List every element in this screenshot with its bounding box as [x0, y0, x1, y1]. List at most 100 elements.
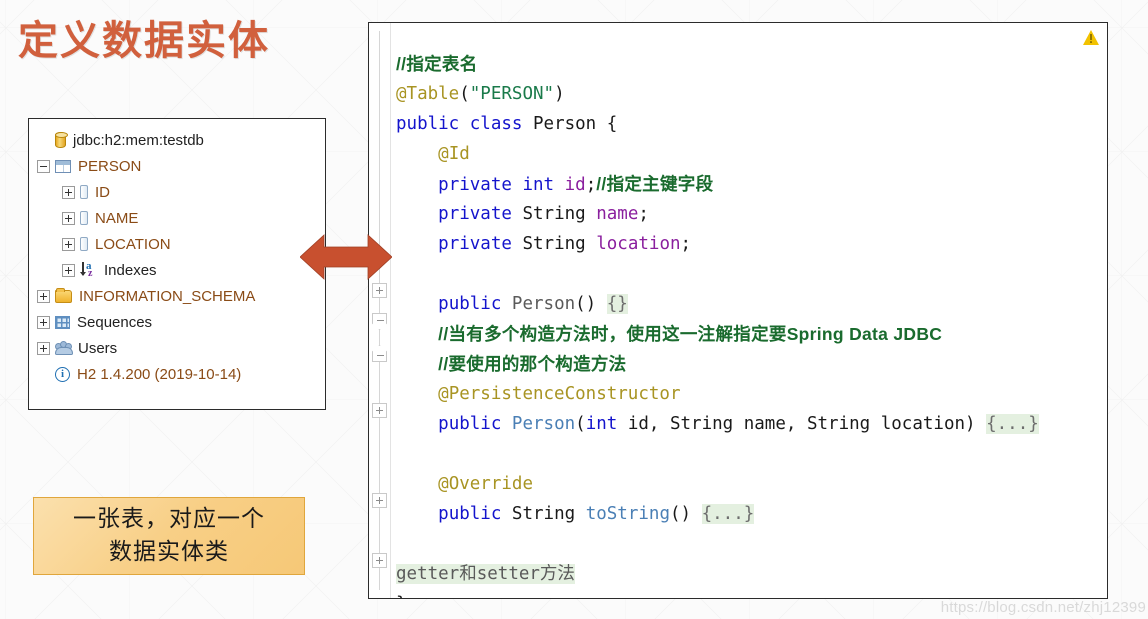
code-line[interactable]: //指定表名 — [391, 49, 1039, 79]
code-line[interactable]: } — [391, 589, 1039, 598]
code-token-pln: id, — [617, 414, 670, 434]
fold-expand-marker[interactable] — [372, 493, 387, 508]
code-line[interactable]: public Person(int id, String name, Strin… — [391, 409, 1039, 439]
tree-item-sequences[interactable]: Sequences — [29, 309, 325, 335]
h2-console-tree-panel[interactable]: jdbc:h2:mem:testdb PERSON ID NAME LOCATION a z… — [28, 118, 326, 410]
fold-expand-marker[interactable] — [372, 553, 387, 568]
fold-region-end-marker[interactable] — [372, 345, 387, 362]
code-token-pln — [512, 204, 523, 224]
code-token-pln — [512, 175, 523, 195]
code-line[interactable]: private String name; — [391, 199, 1039, 229]
code-line[interactable]: @PersistenceConstructor — [391, 379, 1039, 409]
code-token-kw: public — [396, 114, 460, 134]
tree-item-label: PERSON — [78, 157, 142, 175]
tree-item-jdbc-h2-mem-testdb[interactable]: jdbc:h2:mem:testdb — [29, 127, 325, 153]
column-icon — [80, 211, 88, 225]
code-token-ann: @Id — [438, 144, 470, 164]
code-line[interactable]: //当有多个构造方法时，使用这一注解指定要Spring Data JDBC — [391, 319, 1039, 349]
tree-item-indexes[interactable]: a z Indexes — [29, 257, 325, 283]
code-token-pln — [396, 325, 438, 345]
code-token-pln: } — [396, 594, 407, 598]
code-line[interactable]: @Table("PERSON") — [391, 79, 1039, 109]
code-line[interactable]: private String location; — [391, 229, 1039, 259]
sort-az-icon: az — [80, 260, 97, 279]
code-token-pln: ; — [585, 175, 597, 195]
code-token-pln: ; — [638, 204, 649, 224]
code-content[interactable]: //指定表名 @Table("PERSON") public class Perso… — [391, 23, 1039, 598]
tree-item-person[interactable]: PERSON — [29, 153, 325, 179]
warning-triangle-icon[interactable] — [1082, 29, 1100, 46]
code-token-pln: { — [596, 114, 618, 134]
code-line[interactable]: public class Person { — [391, 109, 1039, 139]
users-icon — [55, 341, 73, 355]
code-token-pln — [522, 114, 533, 134]
code-line[interactable] — [391, 259, 1039, 289]
fold-expand-marker[interactable] — [372, 403, 387, 418]
code-line[interactable] — [391, 529, 1039, 559]
code-token-pln — [396, 384, 438, 404]
code-token-kw: public — [438, 414, 502, 434]
code-line[interactable]: //要使用的那个构造方法 — [391, 349, 1039, 379]
code-line[interactable] — [391, 439, 1039, 469]
expand-icon[interactable] — [62, 237, 75, 251]
code-token-kw: private — [438, 204, 512, 224]
tree-item-location[interactable]: LOCATION — [29, 231, 325, 257]
code-token-mth: Person — [511, 294, 576, 314]
code-line[interactable]: public String toString() {...} — [391, 499, 1039, 529]
fold-expand-marker[interactable] — [372, 283, 387, 298]
tree-item-information-schema[interactable]: INFORMATION_SCHEMA — [29, 283, 325, 309]
code-token-kw: int — [585, 414, 618, 434]
folder-icon — [55, 287, 72, 303]
code-token-typ: String — [522, 204, 586, 224]
tree-item-h2-1-4-200-2019-10-14[interactable]: i H2 1.4.200 (2019-10-14) — [29, 361, 325, 387]
expand-icon[interactable] — [62, 185, 75, 199]
code-token-pln: () — [575, 294, 607, 314]
expand-icon[interactable] — [37, 315, 50, 329]
java-code-editor-panel[interactable]: //指定表名 @Table("PERSON") public class Perso… — [368, 22, 1108, 599]
fold-region-start-marker[interactable] — [372, 313, 387, 330]
page-title: 定义数据实体 — [18, 19, 270, 63]
code-token-pln — [396, 294, 438, 314]
tree-item-label: Sequences — [77, 313, 153, 331]
tree-item-id[interactable]: ID — [29, 179, 325, 205]
tree-item-users[interactable]: Users — [29, 335, 325, 361]
code-line[interactable]: @Id — [391, 139, 1039, 169]
code-line[interactable]: private int id;//指定主键字段 — [391, 169, 1039, 199]
code-line[interactable]: @Override — [391, 469, 1039, 499]
code-token-mthb: Person — [511, 414, 576, 434]
code-token-typ: Person — [533, 114, 597, 134]
code-fold-gutter[interactable] — [369, 23, 391, 598]
code-token-typ: String — [511, 504, 576, 524]
expand-icon[interactable] — [37, 341, 50, 355]
expand-icon[interactable] — [62, 263, 75, 277]
expand-icon[interactable] — [62, 211, 75, 225]
tree-item-label: LOCATION — [95, 235, 171, 253]
code-token-var: id — [564, 175, 586, 195]
code-token-pln: ( — [459, 84, 470, 104]
code-token-kw: private — [438, 175, 512, 195]
code-token-kw: class — [469, 114, 523, 134]
collapse-icon[interactable] — [37, 159, 50, 173]
code-token-str: "PERSON" — [469, 84, 555, 104]
column-icon — [80, 237, 88, 251]
code-token-pln — [396, 144, 438, 164]
tree-item-label: INFORMATION_SCHEMA — [79, 287, 256, 305]
tree-item-label: ID — [95, 183, 110, 201]
expand-icon[interactable] — [37, 289, 50, 303]
code-token-kw: int — [522, 175, 555, 195]
code-token-pln — [575, 504, 586, 524]
note-callout-box: 一张表，对应一个 数据实体类 — [33, 497, 305, 575]
code-token-pln — [396, 504, 438, 524]
code-token-typ: String — [806, 414, 871, 434]
code-token-pln — [396, 204, 438, 224]
code-token-cmt: //要使用的那个构造方法 — [438, 354, 627, 374]
code-token-var: location — [596, 234, 681, 254]
tree-item-name[interactable]: NAME — [29, 205, 325, 231]
code-line[interactable]: public Person() {} — [391, 289, 1039, 319]
code-token-kw: private — [438, 234, 512, 254]
watermark: https://blog.csdn.net/zhj12399 — [940, 599, 1146, 616]
code-line[interactable]: getter和setter方法 — [391, 559, 1039, 589]
code-token-ann: @PersistenceConstructor — [438, 384, 681, 404]
